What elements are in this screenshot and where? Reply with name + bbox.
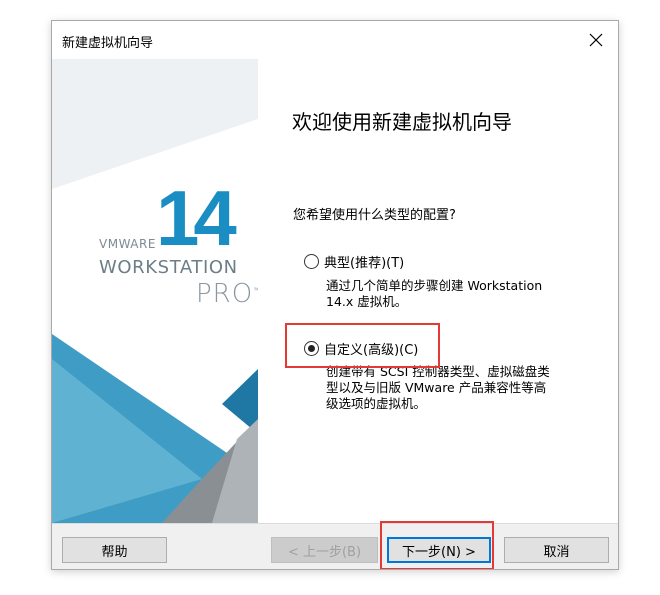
help-button[interactable]: 帮助 xyxy=(62,537,167,563)
button-bar: 帮助 < 上一步(B) 下一步(N) > 取消 xyxy=(52,521,618,569)
brand-edition-text: PRO xyxy=(196,279,254,309)
description-line: 14.x 虚拟机。 xyxy=(326,294,408,309)
wizard-heading: 欢迎使用新建虚拟机向导 xyxy=(292,110,512,134)
radio-custom[interactable]: 自定义(高级)(C) xyxy=(304,339,418,358)
radio-custom-description: 创建带有 SCSI 控制器类型、虚拟磁盘类 型以及与旧版 VMware 产品兼容… xyxy=(326,364,550,412)
brand-edition: PRO™ xyxy=(196,279,258,309)
brand-logo: 14 VMWARE WORKSTATION PRO™ xyxy=(52,59,258,523)
brand-panel: 14 VMWARE WORKSTATION PRO™ xyxy=(52,59,258,523)
next-button[interactable]: 下一步(N) > xyxy=(387,537,491,563)
description-line: 通过几个简单的步骤创建 Workstation xyxy=(326,278,543,293)
cancel-button[interactable]: 取消 xyxy=(504,537,609,563)
config-question: 您希望使用什么类型的配置? xyxy=(293,208,456,223)
radio-typical-circle[interactable] xyxy=(304,254,319,269)
radio-typical-description: 通过几个简单的步骤创建 Workstation 14.x 虚拟机。 xyxy=(326,278,542,310)
radio-typical[interactable]: 典型(推荐)(T) xyxy=(304,252,404,271)
window-title: 新建虚拟机向导 xyxy=(62,36,154,51)
back-button[interactable]: < 上一步(B) xyxy=(271,537,378,563)
radio-typical-label[interactable]: 典型(推荐)(T) xyxy=(324,252,404,271)
wizard-content: 欢迎使用新建虚拟机向导 您希望使用什么类型的配置? 典型(推荐)(T) 通过几个… xyxy=(258,59,618,523)
brand-product-text: WORKSTATION xyxy=(99,257,238,278)
close-button[interactable] xyxy=(574,21,618,59)
title-bar: 新建虚拟机向导 xyxy=(52,21,618,59)
radio-custom-label[interactable]: 自定义(高级)(C) xyxy=(324,339,418,358)
radio-custom-circle[interactable] xyxy=(304,341,319,356)
wizard-window: 新建虚拟机向导 14 VMWARE WORKSTATION PRO™ 欢迎使用新… xyxy=(51,20,619,570)
description-line: 级选项的虚拟机。 xyxy=(326,396,427,411)
close-icon xyxy=(589,33,603,47)
radio-selected-dot xyxy=(308,345,315,352)
description-line: 型以及与旧版 VMware 产品兼容性等高 xyxy=(326,380,547,395)
description-line: 创建带有 SCSI 控制器类型、虚拟磁盘类 xyxy=(326,364,550,379)
brand-version-number: 14 xyxy=(156,174,237,262)
brand-vmware-text: VMWARE xyxy=(99,237,156,251)
